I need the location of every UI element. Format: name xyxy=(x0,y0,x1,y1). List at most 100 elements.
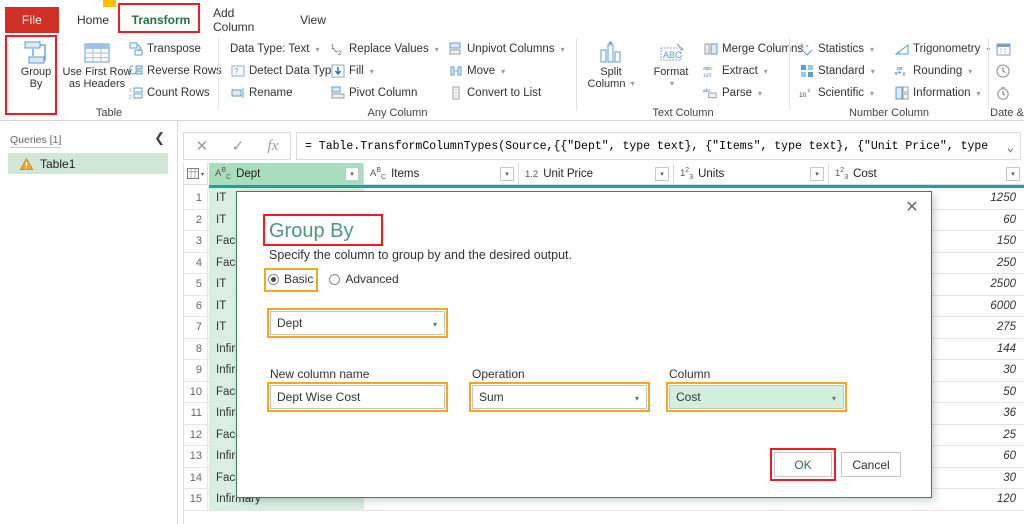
scientific-button[interactable]: 10 2 Scientific ▾ xyxy=(799,83,874,103)
cell-cost[interactable]: 60 xyxy=(929,210,1024,231)
queries-pane: Queries [1] ❮ Table1 xyxy=(0,121,178,524)
chevron-down-icon[interactable]: ⌄ xyxy=(1007,140,1014,155)
select-all-columns-button[interactable]: ▾ xyxy=(184,163,208,185)
standard-button[interactable]: Standard ▾ xyxy=(799,61,875,81)
count-rows-button[interactable]: 12 Count Rows xyxy=(128,83,210,103)
group-by-column-select[interactable]: Dept ▾ xyxy=(270,311,445,335)
check-icon[interactable]: ✓ xyxy=(232,137,245,155)
parse-button[interactable]: abc Parse ▾ xyxy=(703,83,762,103)
column-filter-dropdown-cost[interactable]: ▾ xyxy=(1006,167,1020,181)
fx-icon[interactable]: fx xyxy=(267,138,278,155)
tab-view[interactable]: View xyxy=(290,7,336,33)
ok-button[interactable]: OK xyxy=(774,452,832,477)
parse-label: Parse xyxy=(722,87,753,99)
formula-input[interactable]: = Table.TransformColumnTypes(Source,{{"D… xyxy=(296,132,1021,160)
split-column-icon xyxy=(594,36,628,66)
rounding-button[interactable]: .00.0 Rounding ▾ xyxy=(894,61,972,81)
cell-cost[interactable]: 36 xyxy=(929,403,1024,424)
cell-cost[interactable]: 25 xyxy=(929,425,1024,446)
query-item-label: Table1 xyxy=(40,156,76,171)
operation-select[interactable]: Sum ▾ xyxy=(472,385,647,409)
reverse-rows-button[interactable]: Reverse Rows xyxy=(128,61,222,81)
column-header-items[interactable]: ABC Items ▾ xyxy=(364,163,519,185)
tab-file[interactable]: File xyxy=(5,7,59,33)
column-select[interactable]: Cost ▾ xyxy=(669,385,844,409)
transpose-button[interactable]: Transpose xyxy=(128,39,201,59)
row-number: 8 xyxy=(184,338,208,359)
split-column-button[interactable]: Split Column ▾ xyxy=(580,36,642,90)
pivot-column-button[interactable]: Pivot Column xyxy=(330,83,417,103)
unpivot-columns-label: Unpivot Columns xyxy=(467,43,555,55)
trigonometry-button[interactable]: Trigonometry ▾ xyxy=(894,39,990,59)
use-first-row-as-headers-button[interactable]: Use First Row as Headers xyxy=(58,36,136,90)
column-header-cost-label: Cost xyxy=(853,168,877,180)
row-number: 10 xyxy=(184,381,208,402)
column-filter-dropdown-dept[interactable]: ▾ xyxy=(345,167,359,181)
row-number: 6 xyxy=(184,295,208,316)
cell-cost[interactable]: 30 xyxy=(929,468,1024,489)
column-header-items-label: Items xyxy=(391,168,420,180)
tab-home[interactable]: Home xyxy=(63,7,123,33)
column-filter-dropdown-items[interactable]: ▾ xyxy=(500,167,514,181)
column-filter-dropdown-unit-price[interactable]: ▾ xyxy=(655,167,669,181)
data-type-label: Data Type: Text xyxy=(230,43,310,55)
column-header-dept[interactable]: ABC Dept ▾ xyxy=(209,163,364,185)
detect-data-type-button[interactable]: ? Detect Data Type xyxy=(230,61,338,81)
statistics-button[interactable]: Σσ Statistics ▾ xyxy=(799,39,874,59)
unpivot-columns-button[interactable]: Unpivot Columns ▾ xyxy=(448,39,565,59)
cell-cost[interactable]: 275 xyxy=(929,317,1024,338)
cell-cost[interactable]: 2500 xyxy=(929,274,1024,295)
chevron-down-icon: ▾ xyxy=(560,44,565,54)
extract-button[interactable]: ABC 123 Extract ▾ xyxy=(703,61,768,81)
column-header-units[interactable]: 123 Units ▾ xyxy=(674,163,829,185)
radio-advanced-label: Advanced xyxy=(345,272,399,286)
column-header-cost[interactable]: 123 Cost ▾ xyxy=(829,163,1024,185)
group-by-label-1: Group xyxy=(20,66,52,78)
column-header-unit-price[interactable]: 1.2 Unit Price ▾ xyxy=(519,163,674,185)
cancel-button[interactable]: Cancel xyxy=(841,452,901,477)
fill-button[interactable]: Fill ▾ xyxy=(330,61,374,81)
replace-values-label: Replace Values xyxy=(349,43,429,55)
information-label: Information xyxy=(913,87,971,99)
information-button[interactable]: Information ▾ xyxy=(894,83,981,103)
cell-cost[interactable]: 250 xyxy=(929,253,1024,274)
column-filter-dropdown-units[interactable]: ▾ xyxy=(810,167,824,181)
date-icon xyxy=(996,42,1011,57)
cell-cost[interactable]: 144 xyxy=(929,339,1024,360)
chevron-down-icon: ▾ xyxy=(501,66,506,76)
date-button[interactable] xyxy=(996,39,1011,59)
detect-data-type-label: Detect Data Type xyxy=(249,65,338,77)
move-button[interactable]: Move ▾ xyxy=(448,61,505,81)
close-icon[interactable]: ✕ xyxy=(901,196,923,218)
chevron-left-icon[interactable]: ❮ xyxy=(154,130,165,146)
tab-add-column[interactable]: Add Column xyxy=(203,6,283,34)
duration-button[interactable] xyxy=(996,83,1011,103)
radio-advanced[interactable]: Advanced xyxy=(329,272,399,286)
cell-cost[interactable]: 120 xyxy=(929,489,1024,510)
warning-icon xyxy=(20,157,33,170)
cell-cost[interactable]: 150 xyxy=(929,231,1024,252)
cell-cost[interactable]: 50 xyxy=(929,382,1024,403)
cell-cost[interactable]: 30 xyxy=(929,360,1024,381)
fill-label: Fill xyxy=(349,65,364,77)
cell-cost[interactable]: 60 xyxy=(929,446,1024,467)
scientific-icon: 10 2 xyxy=(799,86,814,101)
radio-basic[interactable]: Basic xyxy=(268,272,313,286)
cell-cost[interactable]: 6000 xyxy=(929,296,1024,317)
cancel-icon[interactable]: ✕ xyxy=(196,137,209,155)
replace-values-button[interactable]: 12 Replace Values ▾ xyxy=(330,39,439,59)
query-list-item-table1[interactable]: Table1 xyxy=(8,153,168,174)
rename-button[interactable]: Rename xyxy=(230,83,292,103)
new-column-name-input[interactable]: Dept Wise Cost xyxy=(270,385,445,409)
svg-text:.00: .00 xyxy=(896,66,903,71)
svg-text:ABC: ABC xyxy=(663,50,682,60)
format-button[interactable]: ABC Format ▾ xyxy=(640,36,702,90)
data-type-button[interactable]: Data Type: Text ▾ xyxy=(230,39,320,59)
cell-cost[interactable]: 1250 xyxy=(929,188,1024,209)
move-label: Move xyxy=(467,65,496,77)
convert-to-list-button[interactable]: Convert to List xyxy=(448,83,541,103)
time-button[interactable] xyxy=(996,61,1011,81)
duration-icon xyxy=(996,86,1011,101)
chevron-down-icon: ▾ xyxy=(669,79,674,88)
convert-to-list-label: Convert to List xyxy=(467,87,542,99)
